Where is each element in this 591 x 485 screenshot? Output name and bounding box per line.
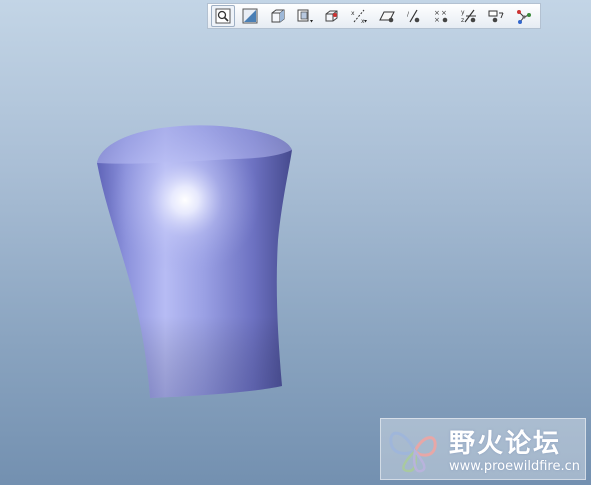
zoom-refit-button[interactable] — [211, 5, 235, 27]
repaint-icon — [242, 8, 258, 24]
datum-axis-display-icon: x x — [351, 9, 368, 24]
point-display-icon: × × × — [434, 9, 448, 24]
point-display-button[interactable]: × × × — [429, 5, 453, 27]
forum-title: 野火论坛 — [449, 429, 562, 459]
saved-views-button[interactable] — [293, 5, 317, 27]
svg-text:x: x — [351, 10, 355, 17]
annotation-display-button[interactable] — [484, 5, 508, 27]
csys-display-button[interactable]: y z — [457, 5, 481, 27]
saved-views-icon — [297, 9, 313, 23]
model-tree-network-button[interactable] — [511, 5, 535, 27]
graphics-viewport[interactable]: x x / × × × y z 野火论坛 www.proewildfire.cn — [0, 0, 591, 485]
forum-url: www.proewildfire.cn — [449, 459, 580, 474]
datum-plane-display-button[interactable] — [375, 5, 399, 27]
spin-center-icon — [325, 10, 338, 22]
model-tree-network-icon — [517, 10, 532, 24]
repaint-button[interactable] — [238, 5, 262, 27]
shaded-view-button[interactable] — [266, 5, 290, 27]
forum-watermark: 野火论坛 www.proewildfire.cn — [380, 418, 586, 480]
zoom-refit-icon — [215, 8, 231, 24]
svg-text:x: x — [361, 18, 365, 24]
axis-display-icon: / — [407, 9, 420, 23]
datum-plane-display-icon — [378, 11, 395, 23]
3d-model-surface[interactable] — [0, 0, 591, 485]
view-toolbar: x x / × × × y z — [207, 3, 541, 29]
axis-display-button[interactable]: / — [402, 5, 426, 27]
datum-axis-display-button[interactable]: x x — [347, 5, 371, 27]
butterfly-logo-icon — [389, 431, 437, 473]
svg-text:×: × — [441, 9, 447, 17]
svg-text:y: y — [461, 9, 465, 16]
svg-text:/: / — [407, 11, 410, 18]
spin-center-button[interactable] — [320, 5, 344, 27]
shaded-view-icon — [271, 9, 285, 23]
csys-display-icon: y z — [461, 9, 476, 24]
svg-text:×: × — [434, 16, 440, 24]
annotation-display-icon — [488, 10, 504, 23]
svg-text:z: z — [461, 17, 464, 24]
